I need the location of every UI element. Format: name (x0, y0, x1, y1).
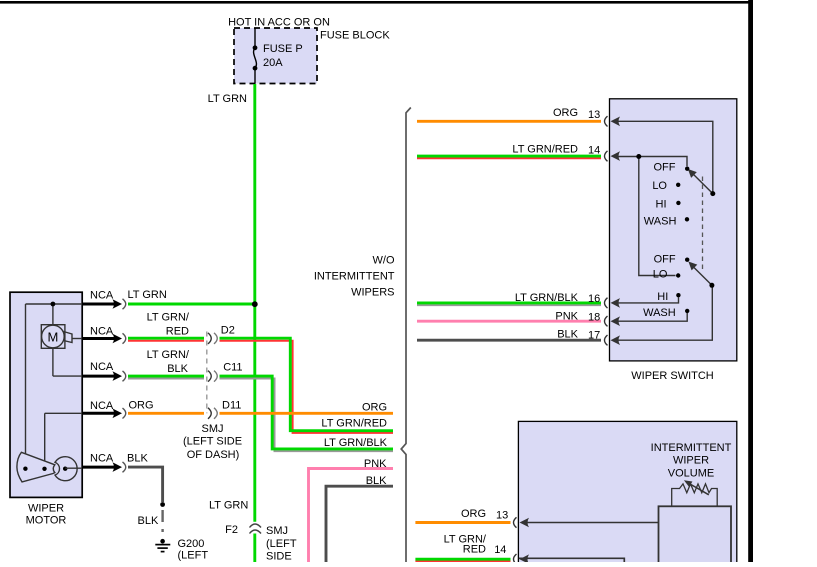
svg-text:D11: D11 (222, 399, 241, 411)
svg-text:LT GRN/: LT GRN/ (147, 349, 190, 361)
svg-text:LO: LO (652, 180, 667, 192)
svg-text:G200: G200 (178, 538, 205, 550)
svg-text:M: M (47, 330, 58, 345)
svg-text:HI: HI (657, 291, 668, 303)
svg-text:LT GRN: LT GRN (208, 93, 247, 105)
svg-text:ORG: ORG (553, 107, 578, 119)
svg-text:MOTOR: MOTOR (26, 515, 67, 527)
svg-text:NCA: NCA (90, 452, 114, 464)
svg-text:RED: RED (463, 544, 486, 556)
svg-text:BLK: BLK (557, 329, 578, 341)
svg-text:(LEFT SIDE: (LEFT SIDE (183, 436, 242, 448)
svg-text:NCA: NCA (90, 361, 114, 373)
svg-text:14: 14 (588, 145, 600, 157)
svg-text:WASH: WASH (644, 216, 677, 228)
svg-text:OFF: OFF (654, 162, 676, 174)
svg-text:16: 16 (588, 293, 600, 305)
svg-text:WIPERS: WIPERS (351, 287, 394, 299)
svg-text:NCA: NCA (90, 400, 114, 412)
svg-text:W/O: W/O (373, 255, 395, 267)
svg-text:18: 18 (588, 312, 600, 324)
svg-text:LO: LO (653, 269, 668, 281)
svg-text:SMJ: SMJ (202, 423, 224, 435)
svg-text:ORG: ORG (129, 400, 154, 412)
svg-text:HOT IN ACC OR ON: HOT IN ACC OR ON (228, 17, 330, 29)
svg-text:WIPER: WIPER (673, 455, 709, 467)
svg-text:FUSE BLOCK: FUSE BLOCK (320, 30, 390, 42)
svg-text:FUSE P: FUSE P (263, 43, 303, 55)
svg-text:NCA: NCA (90, 326, 114, 338)
svg-text:LT GRN/BLK: LT GRN/BLK (324, 437, 388, 449)
svg-text:LT GRN: LT GRN (128, 289, 167, 301)
svg-text:PNK: PNK (555, 311, 578, 323)
svg-text:OFF: OFF (654, 254, 676, 266)
svg-text:SIDE: SIDE (266, 551, 292, 562)
svg-text:LT GRN: LT GRN (209, 500, 248, 512)
svg-text:LT GRN/RED: LT GRN/RED (321, 418, 387, 430)
svg-text:LT GRN/RED: LT GRN/RED (512, 144, 578, 156)
svg-text:ORG: ORG (461, 508, 486, 520)
svg-text:(LEFT: (LEFT (266, 538, 297, 550)
svg-text:13: 13 (588, 109, 600, 121)
svg-text:14: 14 (494, 544, 506, 556)
svg-text:D2: D2 (221, 325, 235, 337)
svg-text:OF DASH): OF DASH) (187, 449, 240, 461)
svg-text:BLK: BLK (138, 515, 159, 527)
svg-text:17: 17 (588, 330, 600, 342)
svg-text:SMJ: SMJ (266, 525, 288, 537)
svg-text:C11: C11 (223, 361, 242, 373)
svg-text:NCA: NCA (90, 289, 114, 301)
svg-text:LT GRN/: LT GRN/ (147, 312, 190, 324)
svg-text:WIPER SWITCH: WIPER SWITCH (631, 370, 714, 382)
svg-text:INTERMITTENT: INTERMITTENT (651, 442, 732, 454)
svg-text:20A: 20A (263, 57, 283, 69)
svg-text:WASH: WASH (643, 307, 676, 319)
svg-text:WIPER: WIPER (28, 503, 64, 515)
svg-text:LT GRN/BLK: LT GRN/BLK (515, 292, 579, 304)
svg-text:RED: RED (166, 326, 189, 338)
svg-text:13: 13 (496, 510, 508, 522)
svg-text:HI: HI (656, 199, 667, 211)
svg-text:BLK: BLK (127, 452, 148, 464)
svg-text:ORG: ORG (362, 402, 387, 414)
svg-text:(LEFT: (LEFT (178, 550, 209, 562)
svg-text:F2: F2 (225, 524, 238, 536)
svg-text:VOLUME: VOLUME (668, 467, 714, 479)
svg-text:BLK: BLK (167, 363, 188, 375)
svg-text:INTERMITTENT: INTERMITTENT (314, 271, 395, 283)
